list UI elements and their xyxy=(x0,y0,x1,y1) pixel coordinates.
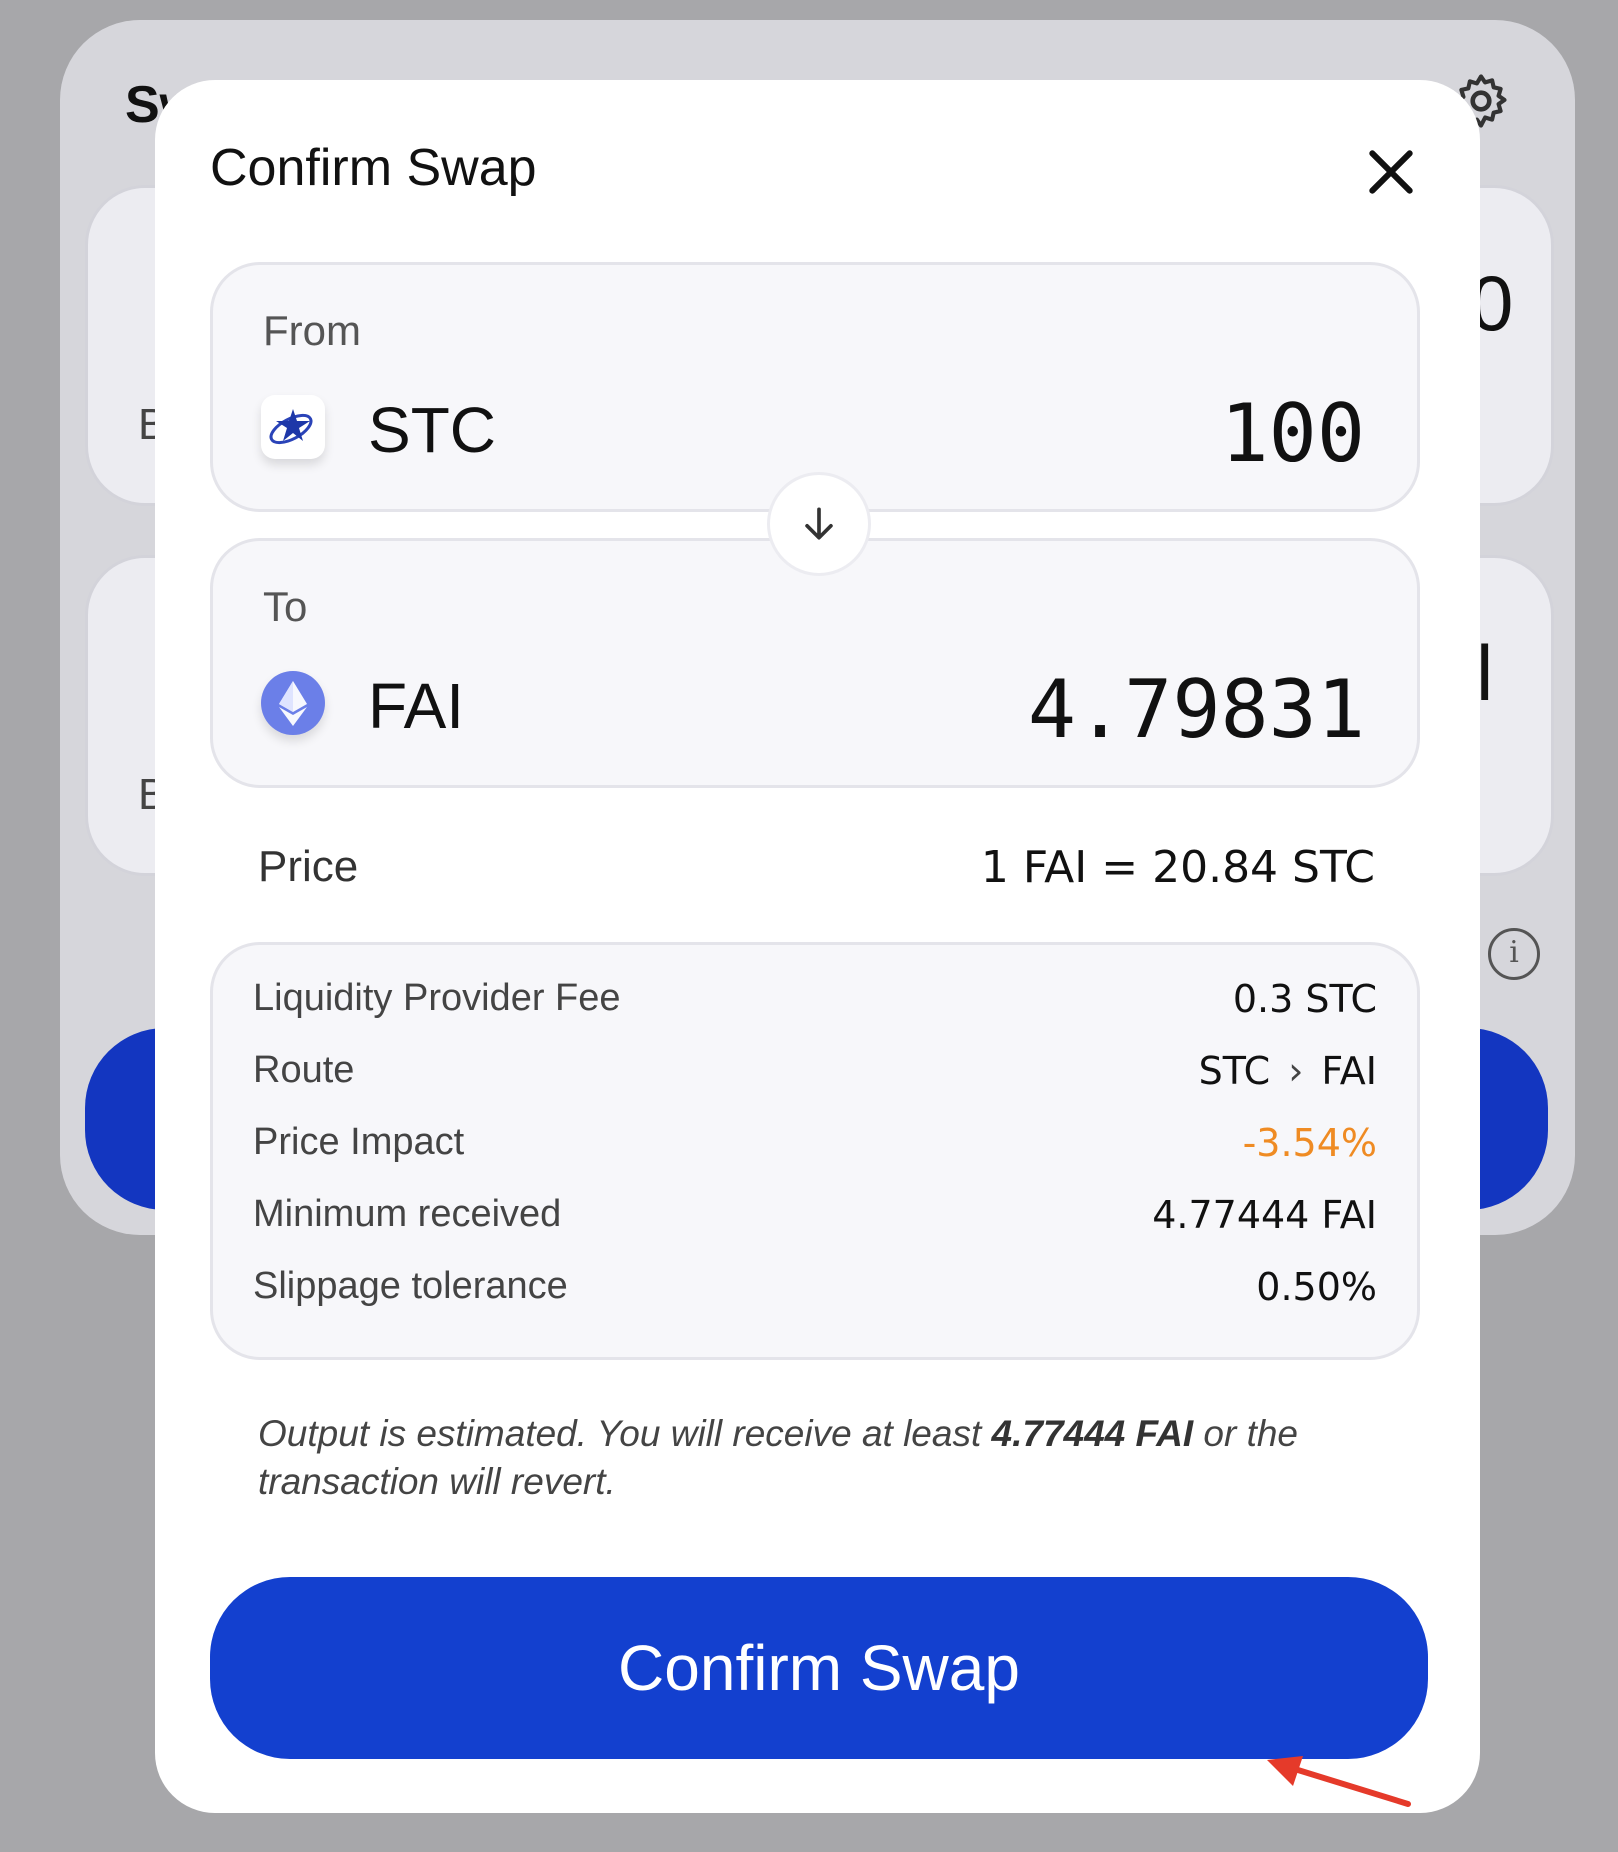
route-value: STC › FAI xyxy=(1199,1049,1377,1093)
price-label: Price xyxy=(258,842,359,891)
min-received-value: 4.77444 FAI xyxy=(1152,1193,1377,1237)
lp-fee-label: Liquidity Provider Fee xyxy=(253,977,621,1019)
lp-fee-value: 0.3 STC xyxy=(1232,977,1377,1021)
route-from: STC xyxy=(1198,1049,1271,1093)
min-received-row: Minimum received 4.77444 FAI xyxy=(253,1193,1377,1253)
confirm-swap-button[interactable]: Confirm Swap xyxy=(210,1577,1428,1759)
price-value: 1 FAI = 20.84 STC xyxy=(980,842,1375,893)
confirm-swap-label: Confirm Swap xyxy=(618,1632,1020,1704)
slippage-row: Slippage tolerance 0.50% xyxy=(253,1265,1377,1325)
starcoin-logo-icon xyxy=(261,395,325,459)
close-icon[interactable] xyxy=(1363,144,1419,200)
route-row: Route STC › FAI xyxy=(253,1049,1377,1109)
arrow-down-icon xyxy=(805,507,833,540)
min-received-label: Minimum received xyxy=(253,1193,562,1235)
to-token-amount: 4.79831 xyxy=(1027,663,1365,756)
swap-details-panel: Liquidity Provider Fee 0.3 STC Route STC… xyxy=(210,942,1420,1360)
route-label: Route xyxy=(253,1049,355,1091)
to-token-symbol: FAI xyxy=(368,670,465,742)
lp-fee-row: Liquidity Provider Fee 0.3 STC xyxy=(253,977,1377,1037)
swap-direction-button[interactable] xyxy=(767,472,871,576)
eth-diamond-icon xyxy=(261,671,325,735)
chevron-right-icon: › xyxy=(1288,1049,1304,1093)
modal-title: Confirm Swap xyxy=(210,139,537,197)
confirm-swap-modal: Confirm Swap From STC 100 To FAI 4.79831 xyxy=(155,80,1480,1813)
price-impact-label: Price Impact xyxy=(253,1121,465,1163)
info-icon xyxy=(1488,928,1540,980)
estimate-note: Output is estimated. You will receive at… xyxy=(258,1410,1408,1506)
from-label: From xyxy=(263,307,361,354)
slippage-value: 0.50% xyxy=(1256,1265,1377,1309)
note-prefix: Output is estimated. You will receive at… xyxy=(258,1413,992,1454)
price-impact-row: Price Impact -3.54% xyxy=(253,1121,1377,1181)
route-to: FAI xyxy=(1321,1049,1377,1093)
price-impact-value: -3.54% xyxy=(1242,1121,1377,1165)
from-token-amount: 100 xyxy=(1220,387,1366,480)
to-label: To xyxy=(263,583,308,630)
note-amount: 4.77444 FAI xyxy=(991,1413,1194,1454)
from-token-symbol: STC xyxy=(368,394,496,466)
annotation-arrow-icon xyxy=(1267,1756,1411,1807)
slippage-label: Slippage tolerance xyxy=(253,1265,568,1307)
